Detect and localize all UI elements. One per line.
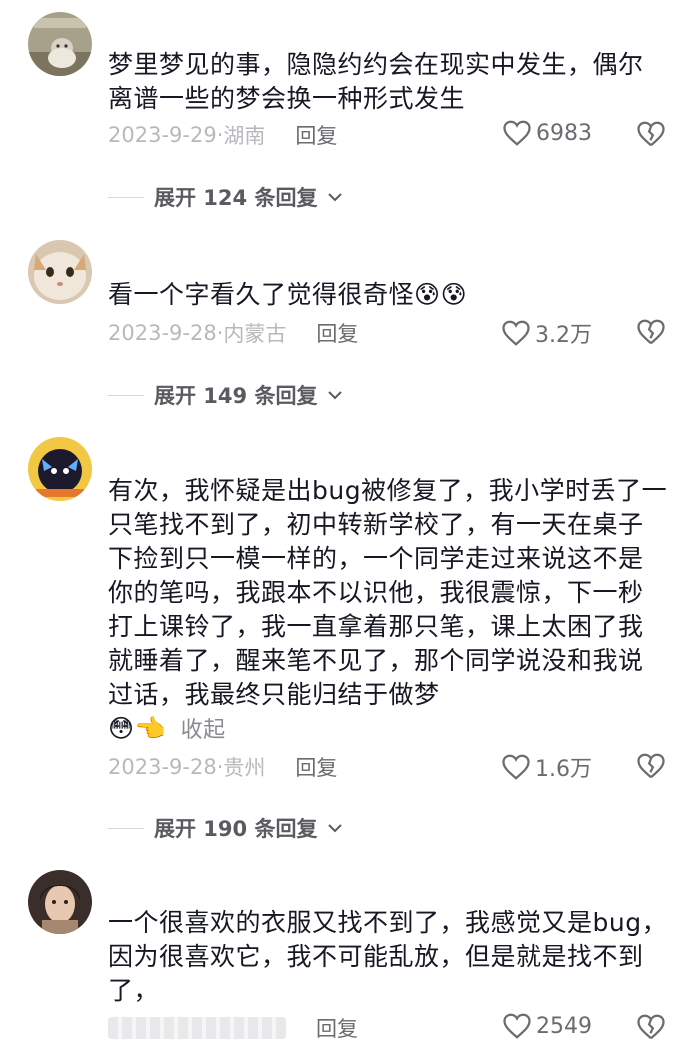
avatar[interactable] (28, 240, 92, 304)
comment-text: 有次，我怀疑是出bug被修复了，我小学时丢了一只笔找不到了，初中转新学校了，有一… (108, 474, 668, 748)
heart-icon (503, 120, 531, 146)
expand-replies-label: 展开 190 条回复 (154, 817, 318, 841)
heart-icon (502, 754, 530, 780)
emoji: 😳 (108, 714, 135, 743)
reply-button[interactable]: 回复 (295, 120, 337, 150)
heart-icon (502, 320, 530, 346)
chevron-down-icon (328, 193, 343, 202)
broken-heart-icon (637, 121, 665, 147)
broken-heart-icon (637, 753, 665, 779)
emoji: 👈 (134, 714, 167, 743)
comment-text: 看一个字看久了觉得很奇怪😰😰 (108, 278, 668, 312)
emoji: 😰 (414, 280, 441, 309)
expand-replies-button[interactable]: 展开 190 条回复 (108, 813, 343, 843)
comment-location: 内蒙古 (223, 322, 287, 346)
like-count: 3.2万 (535, 323, 592, 348)
comment-date: 2023-9-29 (108, 123, 217, 147)
dislike-button[interactable] (636, 1013, 666, 1045)
like-button[interactable]: 1.6万 (501, 751, 592, 783)
comment-date: 2023-9-28 (108, 755, 217, 779)
comment-text-body: 有次，我怀疑是出bug被修复了，我小学时丢了一只笔找不到了，初中转新学校了，有一… (108, 476, 668, 709)
comment-location: 湖南 (223, 124, 266, 148)
comment-text: 梦里梦见的事，隐隐约约会在现实中发生，偶尔离谱一些的梦会换一种形式发生 (108, 50, 644, 113)
comment-text-body: 看一个字看久了觉得很奇怪 (108, 280, 415, 309)
expand-replies-label: 展开 124 条回复 (154, 186, 318, 210)
expand-replies-button[interactable]: 展开 124 条回复 (108, 182, 343, 212)
divider (108, 196, 144, 198)
chevron-down-icon (328, 391, 343, 400)
dislike-button[interactable] (636, 752, 666, 784)
like-button[interactable]: 2549 (502, 1012, 592, 1040)
collapse-button[interactable]: 收起 (181, 718, 226, 743)
broken-heart-icon (637, 319, 665, 345)
like-button[interactable]: 6983 (502, 119, 592, 147)
expand-replies-label: 展开 149 条回复 (154, 384, 318, 408)
dislike-button[interactable] (636, 318, 666, 350)
like-button[interactable]: 3.2万 (501, 317, 592, 349)
reply-button[interactable]: 回复 (295, 752, 337, 782)
emoji: 😰 (440, 280, 468, 309)
comment-location: 贵州 (223, 756, 266, 780)
heart-icon (503, 1013, 531, 1039)
divider (108, 827, 144, 829)
expand-replies-button[interactable]: 展开 149 条回复 (108, 380, 343, 410)
redacted-date-location (108, 1017, 286, 1039)
dislike-button[interactable] (636, 120, 666, 152)
like-count: 1.6万 (535, 757, 592, 782)
reply-button[interactable]: 回复 (316, 318, 358, 348)
reply-button[interactable]: 回复 (316, 1013, 358, 1043)
like-count: 2549 (536, 1013, 592, 1039)
avatar[interactable] (28, 437, 92, 501)
divider (108, 394, 144, 396)
comment-text: 一个很喜欢的衣服又找不到了，我感觉又是bug，因为很喜欢它，我不可能乱放，但是就… (108, 908, 668, 1005)
avatar[interactable] (28, 12, 92, 76)
comment-date: 2023-9-28 (108, 321, 217, 345)
avatar[interactable] (28, 870, 92, 934)
like-count: 6983 (536, 120, 592, 146)
chevron-down-icon (328, 824, 343, 833)
broken-heart-icon (637, 1014, 665, 1040)
